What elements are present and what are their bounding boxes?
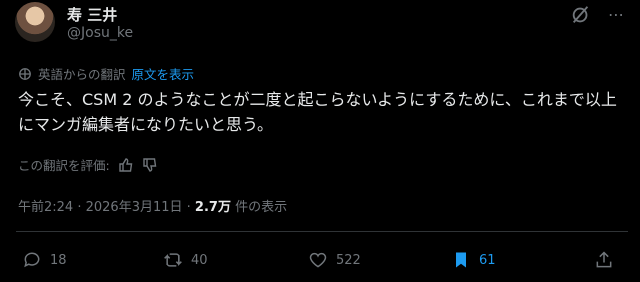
translation-notice: 英語からの翻訳 原文を表示: [18, 64, 194, 83]
share-icon: [596, 251, 612, 268]
share-button[interactable]: [594, 248, 614, 272]
repost-icon: [164, 253, 182, 267]
reply-count: 18: [50, 252, 67, 268]
bookmark-icon: [456, 252, 466, 268]
translation-source-label: 英語からの翻訳: [38, 67, 126, 82]
avatar[interactable]: [15, 2, 55, 42]
divider: [16, 231, 628, 232]
translation-rating: この翻訳を評価:: [18, 155, 158, 174]
post-text: 今こそ、CSM 2 のようなことが二度と起こらないようにするために、これまで以上…: [18, 90, 617, 134]
post-meta: 午前2:24 · 2026年3月11日 · 2.7万 件の表示: [18, 200, 288, 215]
reply-icon: [24, 252, 40, 268]
like-button[interactable]: 522: [308, 248, 361, 272]
views-label: 件の表示: [230, 200, 288, 215]
view-count: 2.7万: [194, 200, 231, 215]
heart-icon: [309, 252, 327, 268]
reply-button[interactable]: 18: [22, 248, 67, 272]
more-options-icon[interactable]: ⋯: [604, 4, 628, 26]
bookmark-count: 61: [479, 252, 496, 268]
post-time[interactable]: 午前2:24: [18, 200, 73, 215]
thumbs-down-icon[interactable]: [142, 157, 158, 173]
show-original-link[interactable]: 原文を表示: [132, 64, 195, 83]
thumbs-up-icon[interactable]: [118, 157, 134, 173]
rating-prompt: この翻訳を評価:: [18, 158, 110, 173]
author-handle[interactable]: @Josu_ke: [67, 25, 133, 41]
bookmark-button[interactable]: 61: [451, 248, 496, 272]
grok-icon[interactable]: [570, 4, 592, 26]
like-count: 522: [336, 252, 361, 268]
repost-button[interactable]: 40: [163, 248, 208, 272]
post-date[interactable]: 2026年3月11日: [86, 200, 183, 215]
author-name[interactable]: 寿 三井: [67, 4, 117, 25]
translate-icon: [19, 67, 31, 80]
repost-count: 40: [191, 252, 208, 268]
